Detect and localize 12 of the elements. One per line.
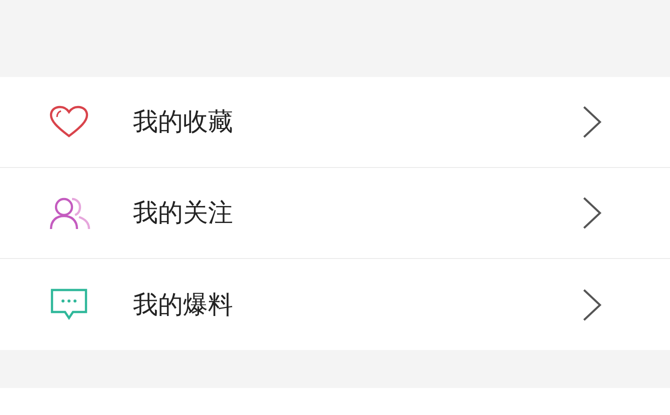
message-icon	[49, 286, 89, 322]
menu-label: 我的爆料	[133, 288, 234, 321]
heart-icon	[49, 105, 89, 139]
chevron-right-icon	[582, 105, 602, 139]
menu-label: 我的收藏	[133, 106, 234, 138]
people-icon	[49, 196, 91, 230]
menu-item[interactable]: 我的爆料	[0, 259, 670, 350]
menu-label: 我的关注	[133, 197, 234, 230]
menu-item[interactable]: 我的收藏	[0, 77, 670, 168]
chevron-right-icon	[582, 196, 602, 230]
chevron-right-icon	[582, 288, 602, 322]
menu-item[interactable]: 我的关注	[0, 168, 670, 259]
